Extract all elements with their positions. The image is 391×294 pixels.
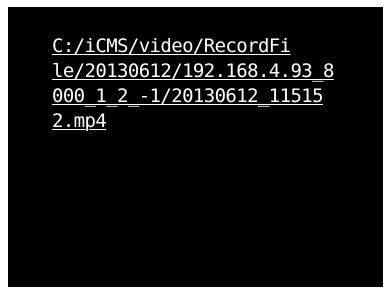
file-path-line-3: 000_1_2_-1/20130612_11515 <box>52 85 324 107</box>
file-path-line-4: 2.mp4 <box>52 110 107 132</box>
file-path-line-2: le/20130612/192.168.4.93_8 <box>52 60 334 82</box>
file-path-line-1: C:/iCMS/video/RecordFi <box>52 35 291 57</box>
video-viewport: C:/iCMS/video/RecordFi le/20130612/192.1… <box>8 7 383 287</box>
player-frame: C:/iCMS/video/RecordFi le/20130612/192.1… <box>0 0 391 294</box>
recording-file-link[interactable]: C:/iCMS/video/RecordFi le/20130612/192.1… <box>52 34 352 134</box>
